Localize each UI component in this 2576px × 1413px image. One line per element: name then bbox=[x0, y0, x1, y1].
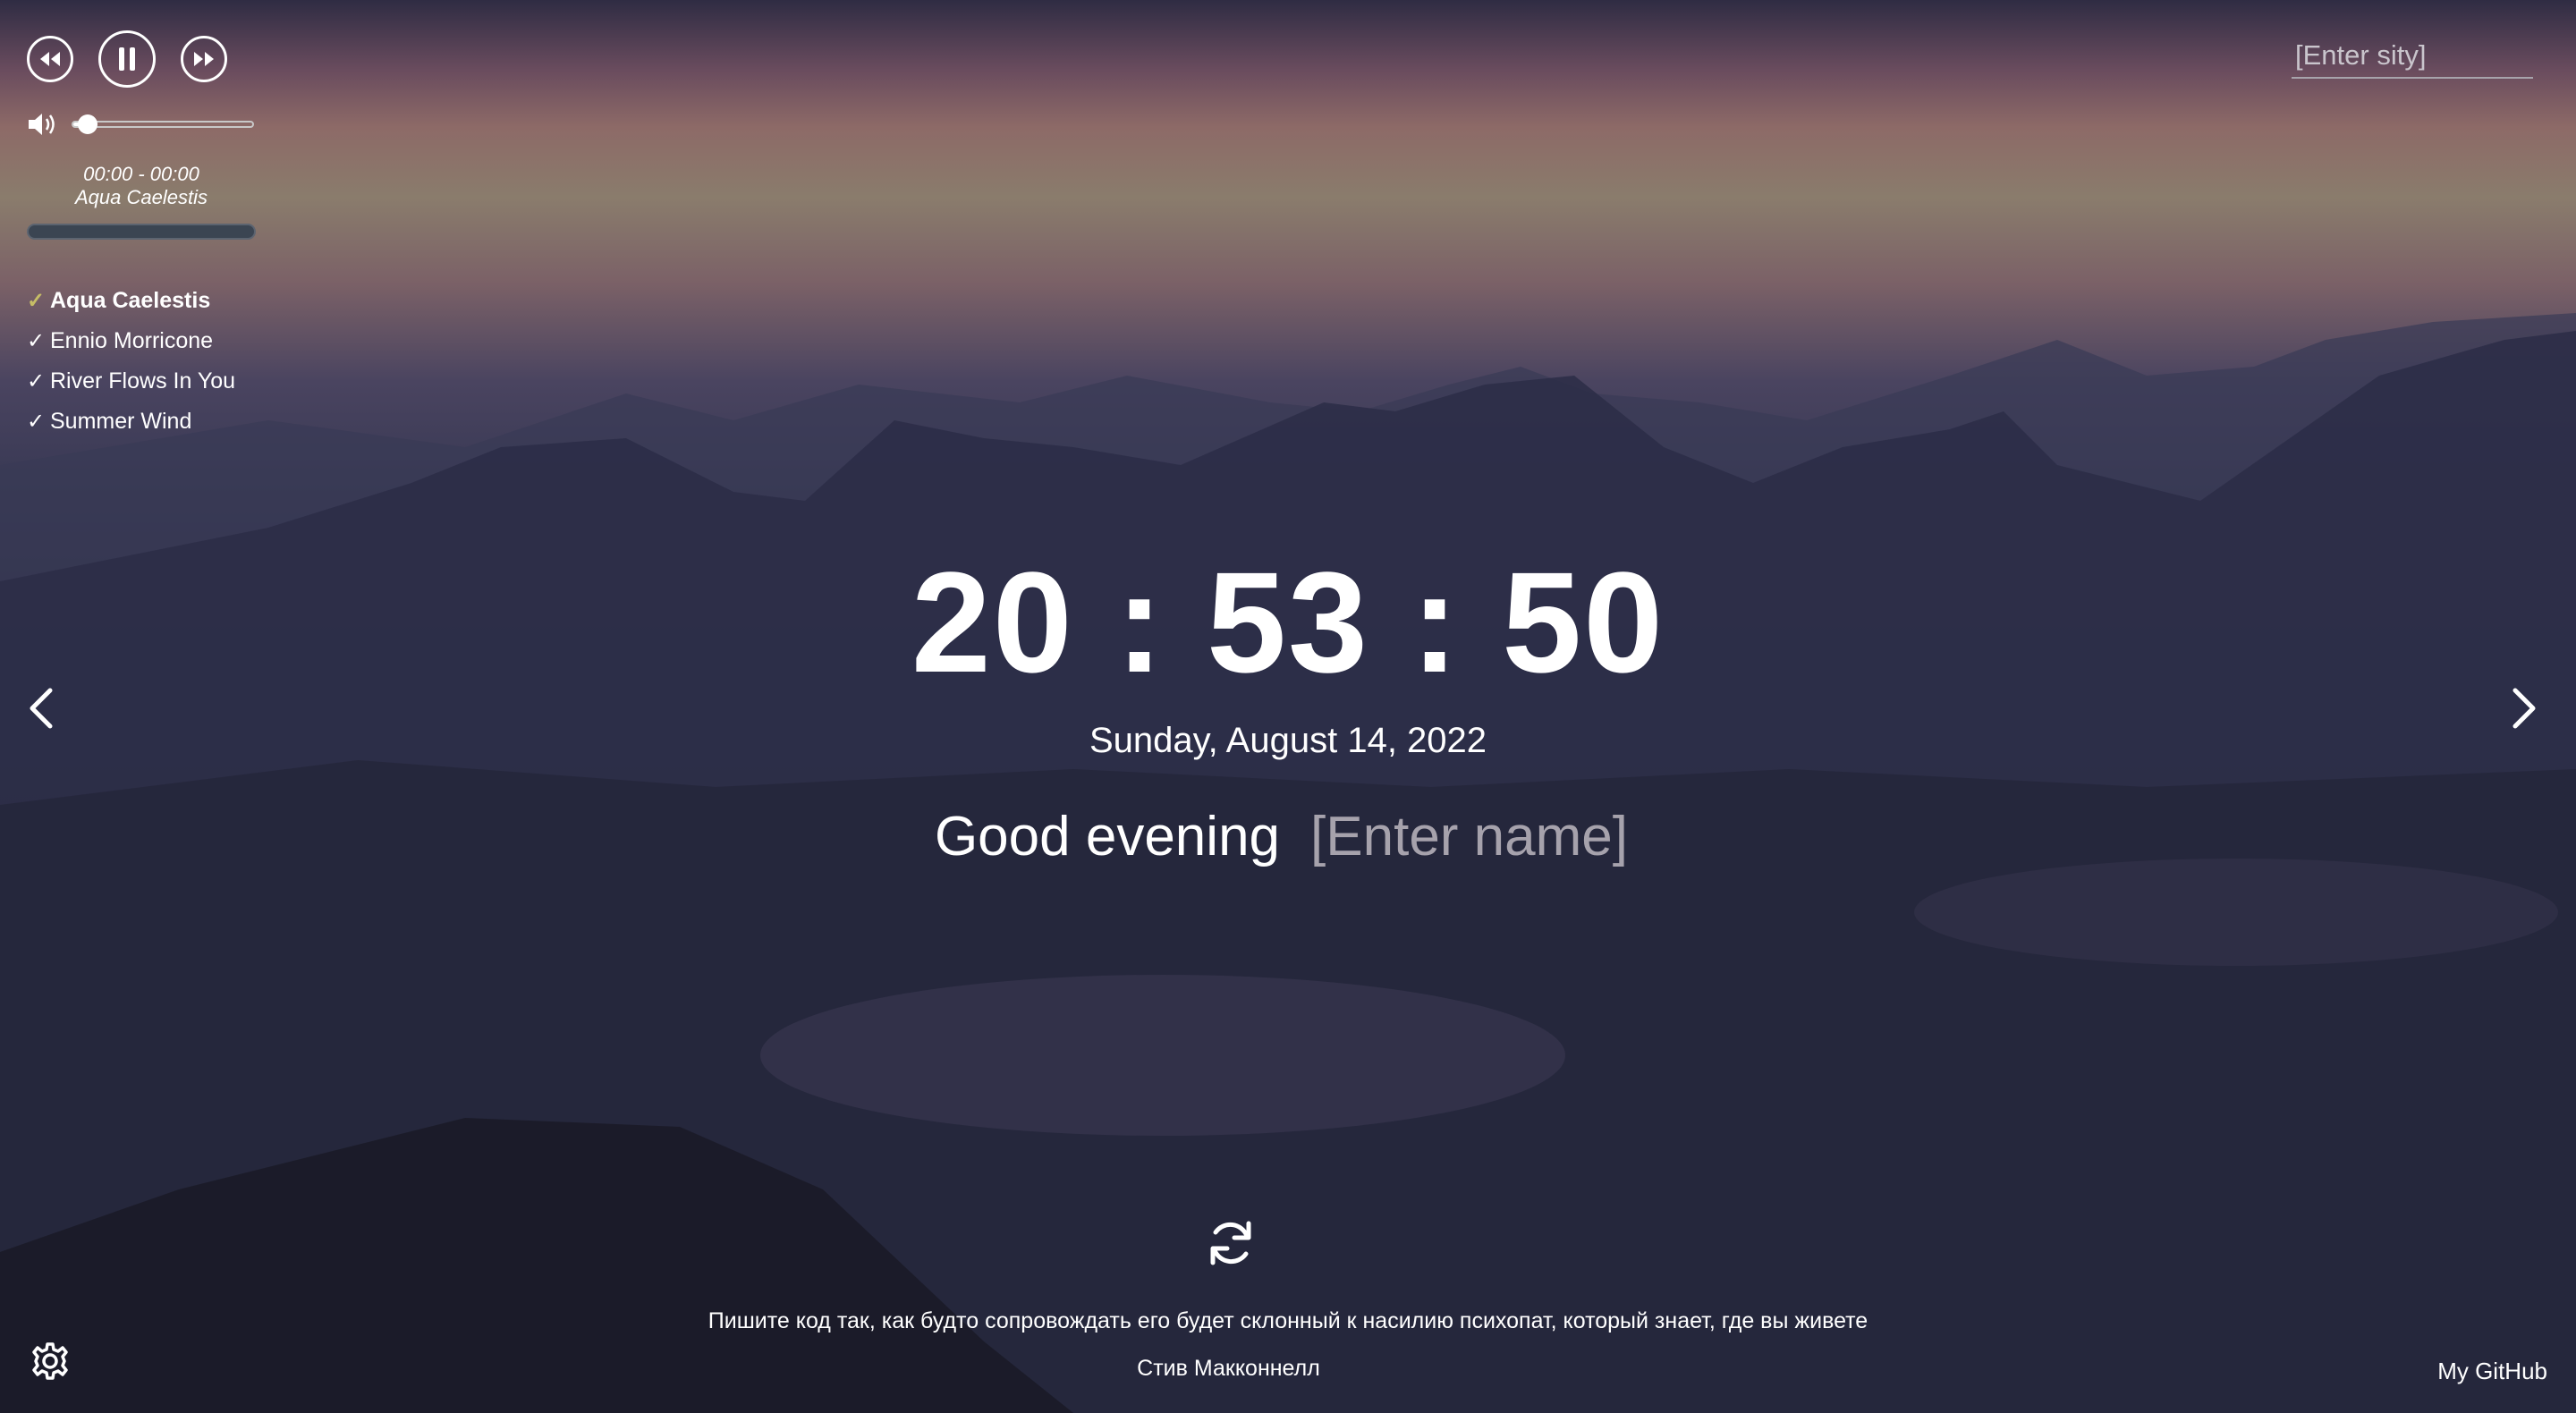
playlist-item-title: Ennio Morricone bbox=[50, 328, 214, 353]
greeting: Good evening bbox=[0, 805, 2576, 868]
clock-date: Sunday, August 14, 2022 bbox=[1089, 721, 1487, 760]
quote-author: Стив Макконнелл bbox=[1137, 1356, 1320, 1381]
github-link[interactable]: My GitHub bbox=[2437, 1358, 2547, 1385]
clock-time: 20 : 53 : 50 bbox=[911, 542, 1665, 702]
playlist-item[interactable]: ✓ River Flows In You bbox=[27, 361, 259, 402]
playlist: ✓ Aqua Caelestis ✓ Ennio Morricone ✓ River … bbox=[27, 281, 259, 442]
playlist-item-title: Aqua Caelestis bbox=[50, 288, 211, 313]
player-controls bbox=[27, 30, 259, 88]
volume-icon[interactable] bbox=[27, 111, 59, 138]
rewind-icon bbox=[40, 52, 60, 66]
settings-button[interactable] bbox=[30, 1341, 70, 1381]
background-landscape bbox=[0, 313, 2576, 1413]
playlist-item-title: Summer Wind bbox=[50, 409, 192, 434]
greeting-text: Good evening bbox=[934, 806, 1281, 867]
check-icon: ✓ bbox=[27, 289, 46, 313]
track-title: Aqua Caelestis bbox=[75, 186, 208, 208]
fast-forward-icon bbox=[194, 52, 214, 66]
playlist-item[interactable]: ✓ Ennio Morricone bbox=[27, 321, 259, 361]
next-track-button[interactable] bbox=[181, 36, 227, 82]
refresh-quote-button[interactable] bbox=[1204, 1216, 1258, 1270]
pause-button[interactable] bbox=[98, 30, 156, 88]
volume-slider[interactable] bbox=[72, 114, 254, 134]
city-input[interactable] bbox=[2292, 34, 2533, 79]
gear-icon bbox=[32, 1342, 68, 1380]
audio-player: 00:00 - 00:00 Aqua Caelestis ✓ Aqua Caele… bbox=[27, 30, 259, 442]
check-icon: ✓ bbox=[27, 329, 46, 353]
track-time: 00:00 - 00:00 bbox=[83, 163, 199, 185]
refresh-icon bbox=[1210, 1221, 1251, 1265]
volume-knob[interactable] bbox=[78, 114, 97, 134]
playlist-item[interactable]: ✓ Summer Wind bbox=[27, 402, 259, 442]
check-icon: ✓ bbox=[27, 410, 46, 434]
pause-icon bbox=[119, 47, 135, 71]
track-info: 00:00 - 00:00 Aqua Caelestis bbox=[27, 163, 256, 209]
name-input[interactable] bbox=[1310, 805, 1642, 868]
volume-control bbox=[27, 111, 259, 138]
playlist-item[interactable]: ✓ Aqua Caelestis bbox=[27, 281, 259, 321]
check-icon: ✓ bbox=[27, 369, 46, 393]
prev-track-button[interactable] bbox=[27, 36, 73, 82]
track-progress-bar[interactable] bbox=[27, 224, 256, 240]
playlist-item-title: River Flows In You bbox=[50, 368, 236, 393]
quote-text: Пишите код так, как будто сопровождать е… bbox=[708, 1308, 1868, 1333]
